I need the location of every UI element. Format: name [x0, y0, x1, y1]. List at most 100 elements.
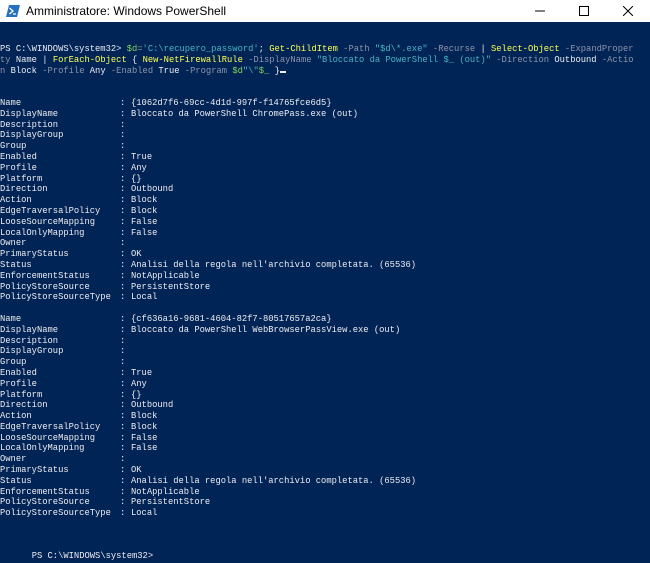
property-value: Analisi della regola nell'archivio compl…: [131, 475, 417, 486]
property-separator: :: [120, 400, 126, 411]
command-token: 'C:\recupero_password': [142, 44, 259, 54]
property-row: EnforcementStatus: NotApplicable: [0, 487, 650, 498]
property-value: [131, 130, 650, 141]
property-separator: :: [120, 162, 126, 173]
property-name: PolicyStoreSourceType: [0, 292, 111, 303]
command-token: New-NetFirewallRule: [142, 54, 243, 65]
property-separator: :: [120, 292, 126, 303]
property-row: Name: {1062d7f6-69cc-4d1d-997f-f14765fce6…: [0, 98, 650, 109]
property-value: [131, 357, 650, 368]
property-value: Outbound: [131, 400, 174, 411]
maximize-button[interactable]: [562, 0, 606, 22]
property-separator: :: [120, 454, 126, 465]
property-name: PolicyStoreSource: [0, 497, 90, 508]
property-separator: :: [120, 497, 126, 508]
command-token: Get-ChildItem: [269, 44, 338, 54]
property-value: OK: [131, 249, 142, 260]
property-value: [131, 120, 650, 131]
property-value: {}: [131, 389, 142, 400]
command-token: ForEach-Object: [52, 54, 127, 65]
property-value: {cf636a16-9681-4604-82f7-80517657a2ca}: [131, 313, 332, 324]
close-button[interactable]: [606, 0, 650, 22]
command-token: -Program: [179, 65, 233, 76]
property-separator: :: [120, 432, 126, 443]
property-row: Direction: Outbound: [0, 400, 650, 411]
command-token: Outbound: [554, 54, 597, 65]
property-row: Group:: [0, 357, 650, 368]
firewall-rule: Name: {1062d7f6-69cc-4d1d-997f-f14765fce6…: [0, 98, 650, 303]
command-token: True: [158, 65, 180, 76]
property-value: True: [131, 151, 153, 162]
property-value: Any: [131, 162, 147, 173]
property-value: Bloccato da PowerShell ChromePass.exe (o…: [131, 108, 358, 119]
property-name: EdgeTraversalPolicy: [0, 421, 101, 432]
property-name: LooseSourceMapping: [0, 432, 96, 443]
property-row: PolicyStoreSource: PersistentStore: [0, 282, 650, 293]
property-name: Profile: [0, 162, 37, 173]
property-row: Action: Block: [0, 411, 650, 422]
property-separator: :: [120, 130, 126, 141]
property-name: PolicyStoreSource: [0, 281, 90, 292]
command-token: -Path: [337, 44, 375, 54]
property-value: [131, 454, 650, 465]
console-output[interactable]: PS C:\WINDOWS\system32> $d='C:\recupero_…: [0, 44, 650, 561]
property-name: Profile: [0, 378, 37, 389]
property-name: EnforcementStatus: [0, 486, 90, 497]
property-separator: :: [120, 443, 126, 454]
property-separator: :: [120, 357, 126, 368]
property-name: Status: [0, 475, 32, 486]
property-row: Platform: {}: [0, 390, 650, 401]
command-line: ty Name | ForEach-Object { New-NetFirewa…: [0, 55, 650, 66]
property-separator: :: [120, 195, 126, 206]
command-token: "Bloccato da PowerShell $_ (out)": [316, 54, 491, 65]
property-value: Local: [131, 292, 158, 303]
property-row: Owner:: [0, 238, 650, 249]
property-value: False: [131, 216, 158, 227]
maximize-icon: [579, 6, 589, 16]
property-name: Status: [0, 259, 32, 270]
property-name: Platform: [0, 389, 43, 400]
property-separator: :: [120, 97, 126, 108]
property-row: LooseSourceMapping: False: [0, 433, 650, 444]
firewall-rules-output: Name: {1062d7f6-69cc-4d1d-997f-f14765fce6…: [0, 98, 650, 519]
text-cursor: [279, 70, 286, 73]
property-row: DisplayGroup:: [0, 346, 650, 357]
command-token: ty: [0, 54, 16, 65]
property-value: Analisi della regola nell'archivio compl…: [131, 259, 417, 270]
property-row: Owner:: [0, 454, 650, 465]
property-separator: :: [120, 108, 126, 119]
minimize-button[interactable]: [518, 0, 562, 22]
property-name: Action: [0, 195, 32, 206]
property-row: DisplayName: Bloccato da PowerShell WebBr…: [0, 325, 650, 336]
property-name: LooseSourceMapping: [0, 216, 96, 227]
property-value: Local: [131, 508, 158, 519]
property-value: [131, 141, 650, 152]
property-row: PrimaryStatus: OK: [0, 465, 650, 476]
property-separator: :: [120, 378, 126, 389]
property-separator: :: [120, 227, 126, 238]
property-row: Name: {cf636a16-9681-4604-82f7-80517657a2…: [0, 314, 650, 325]
property-separator: :: [120, 238, 126, 249]
property-name: Owner: [0, 454, 27, 465]
property-row: Enabled: True: [0, 152, 650, 163]
property-row: Direction: Outbound: [0, 184, 650, 195]
property-value: False: [131, 432, 158, 443]
property-name: Direction: [0, 400, 48, 411]
property-name: DisplayName: [0, 108, 59, 119]
property-separator: :: [120, 486, 126, 497]
property-row: DisplayName: Bloccato da PowerShell Chrom…: [0, 109, 650, 120]
property-row: PolicyStoreSourceType: Local: [0, 292, 650, 303]
property-value: {}: [131, 173, 142, 184]
command-token: -DisplayName: [242, 54, 317, 65]
title-bar[interactable]: Amministratore: Windows PowerShell: [0, 0, 650, 22]
property-separator: :: [120, 119, 126, 130]
property-name: PrimaryStatus: [0, 249, 69, 260]
property-row: Description:: [0, 336, 650, 347]
command-token: $d: [126, 44, 138, 54]
property-row: EdgeTraversalPolicy: Block: [0, 206, 650, 217]
property-name: Name: [0, 97, 22, 108]
property-value: OK: [131, 465, 142, 476]
minimize-icon: [535, 10, 545, 12]
